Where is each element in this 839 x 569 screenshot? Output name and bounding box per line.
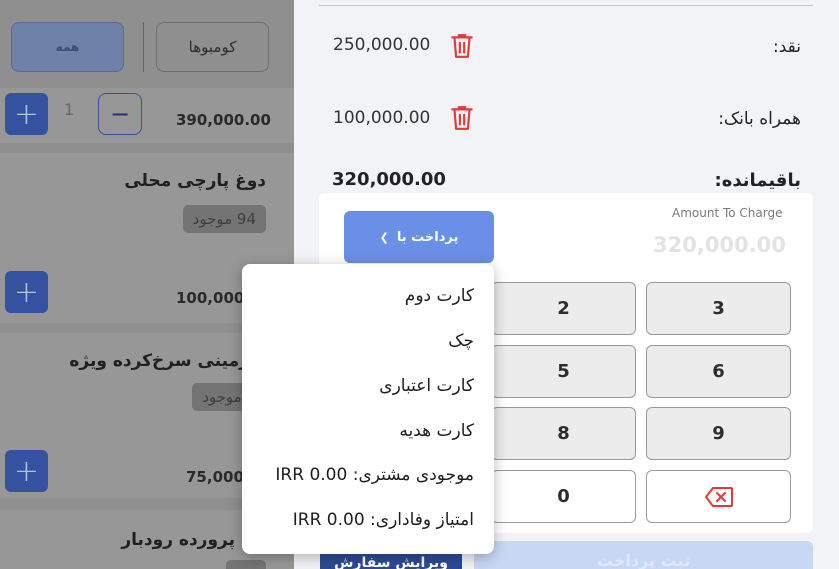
- submit-payment-button[interactable]: ثبت پرداخت: [474, 541, 813, 569]
- menu-item-credit-card[interactable]: کارت اعتباری: [379, 376, 474, 396]
- keypad-key[interactable]: 2: [491, 282, 636, 335]
- pay-with-label: پرداخت با: [396, 229, 459, 245]
- product-price: 75,000: [186, 468, 244, 486]
- remaining-label: باقیمانده:: [714, 170, 801, 191]
- trash-icon[interactable]: [449, 32, 475, 60]
- backspace-icon: [704, 486, 733, 507]
- keypad-key[interactable]: 9: [646, 407, 791, 460]
- menu-item-loyalty-points[interactable]: امتیاز وفاداری: IRR 0.00: [293, 510, 474, 530]
- tab-all[interactable]: همه: [11, 22, 124, 72]
- menu-item-customer-balance[interactable]: موجودی مشتری: IRR 0.00: [275, 465, 474, 485]
- remaining-amount: 320,000.00: [332, 169, 446, 190]
- stock-badge: [226, 560, 266, 569]
- trash-icon[interactable]: [449, 104, 475, 132]
- tab-combos[interactable]: کومبوها: [156, 22, 269, 72]
- keypad-key[interactable]: 5: [491, 345, 636, 398]
- product-name: ب‌زمینی سرخ‌کرده ویژه: [69, 351, 266, 371]
- add-qty-button[interactable]: +: [5, 93, 48, 135]
- quantity-value: 1: [64, 100, 75, 119]
- amount-to-charge-value: 320,000.00: [653, 233, 786, 257]
- menu-item-cheque[interactable]: چک: [448, 331, 474, 351]
- cash-label: نقد:: [773, 37, 801, 57]
- mobile-bank-amount: 100,000.00: [333, 108, 431, 128]
- decrease-qty-button[interactable]: −: [98, 93, 142, 135]
- backspace-key[interactable]: [646, 470, 791, 523]
- add-product-button[interactable]: +: [5, 271, 48, 313]
- pay-with-dropdown[interactable]: پرداخت با ❯: [344, 211, 494, 263]
- mobile-bank-label: همراه بانک:: [718, 109, 801, 129]
- stock-badge: 94 موجود: [182, 205, 266, 233]
- add-product-button[interactable]: +: [5, 450, 48, 492]
- divider: [319, 5, 813, 6]
- keypad-key[interactable]: 8: [491, 407, 636, 460]
- product-name: دوغ پارچی محلی: [124, 171, 266, 191]
- cash-amount: 250,000.00: [333, 35, 431, 55]
- chevron-down-icon: ❯: [379, 230, 389, 244]
- keypad-key[interactable]: 0: [491, 470, 636, 523]
- keypad-key[interactable]: 3: [646, 282, 791, 335]
- product-price: 100,000: [176, 289, 245, 307]
- amount-to-charge-label: Amount To Charge: [672, 206, 783, 220]
- payment-method-menu: کارت دوم چک کارت اعتباری کارت هدیه موجود…: [242, 264, 494, 554]
- product-price: 390,000.00: [176, 111, 271, 129]
- menu-item-gift-card[interactable]: کارت هدیه: [399, 421, 474, 441]
- keypad-key[interactable]: 6: [646, 345, 791, 398]
- tab-divider: [143, 22, 144, 72]
- menu-item-second-card[interactable]: کارت دوم: [405, 286, 474, 306]
